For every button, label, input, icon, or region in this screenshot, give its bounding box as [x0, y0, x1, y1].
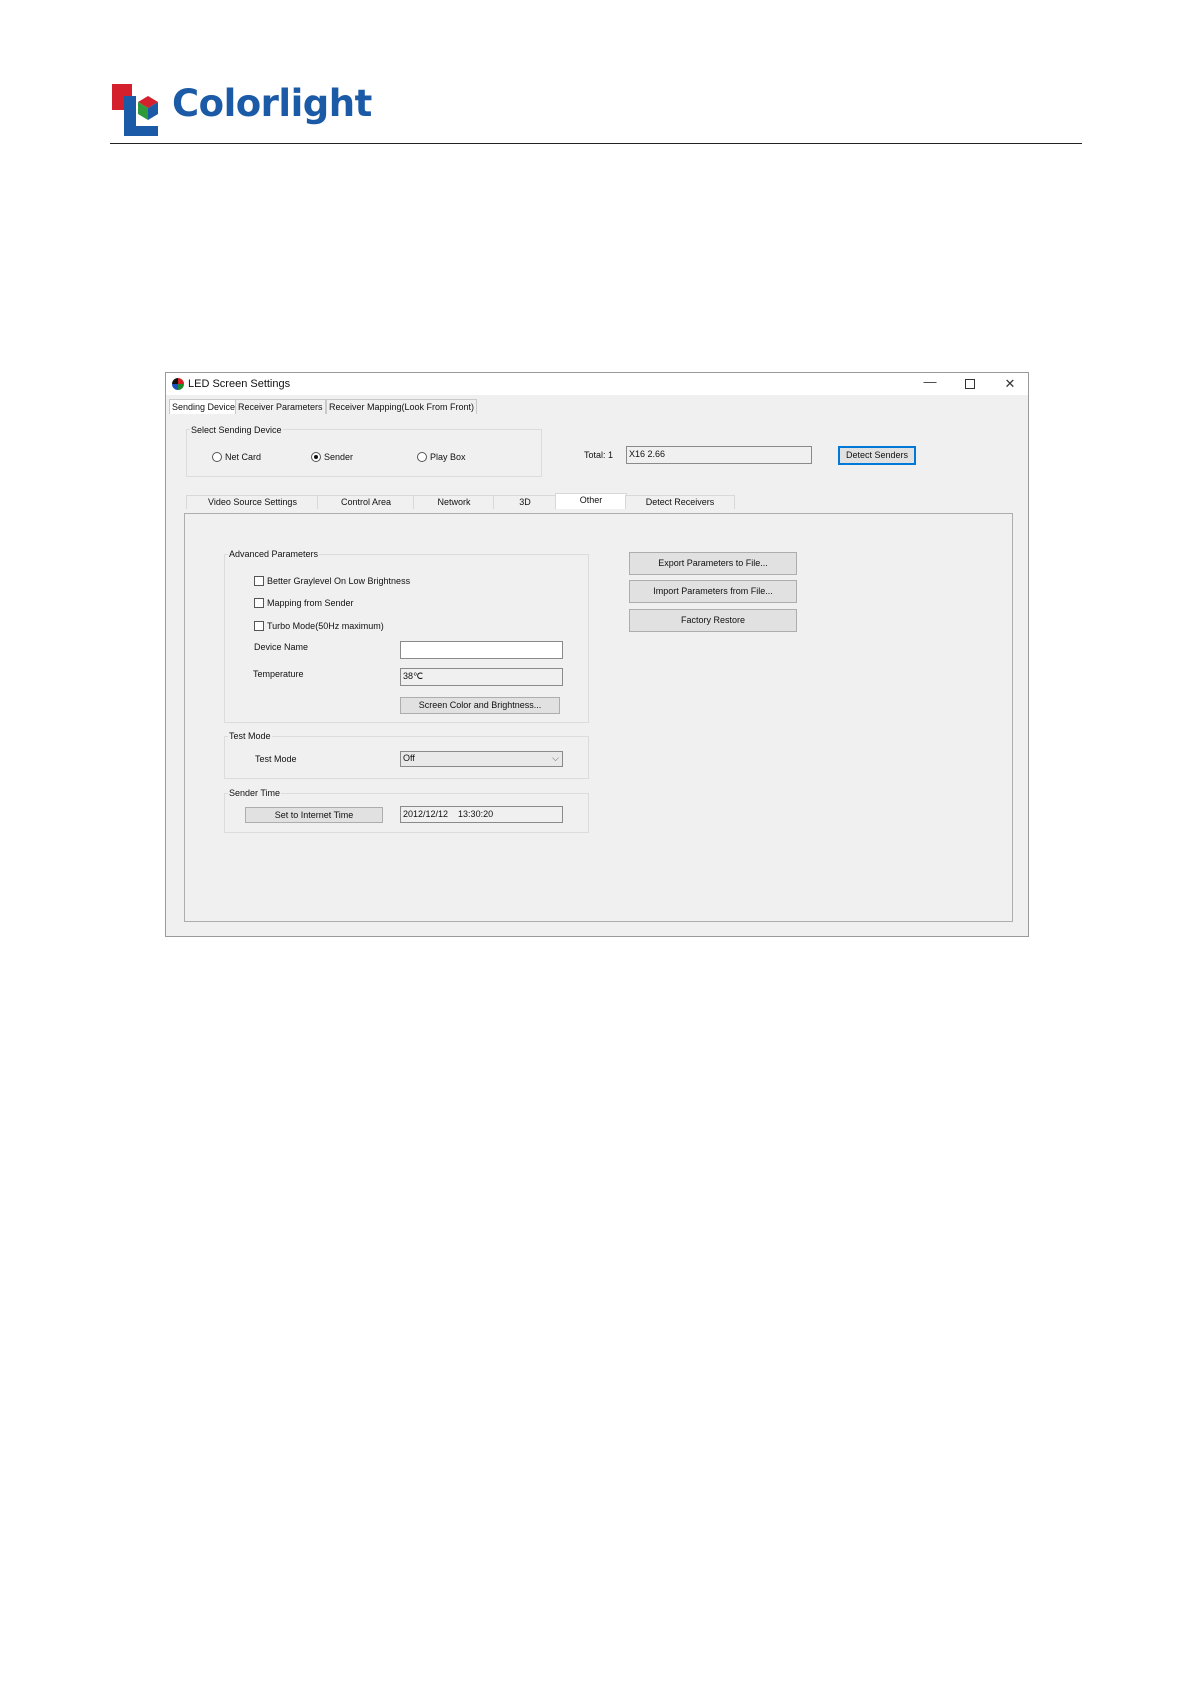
- logo-text: Colorlight: [172, 82, 372, 125]
- checkbox-mapping-from-sender[interactable]: [254, 598, 264, 608]
- radio-net-card[interactable]: [212, 452, 222, 462]
- radio-net-card-label: Net Card: [225, 452, 262, 462]
- title-bar: LED Screen Settings — ✕: [166, 373, 1028, 395]
- radio-play-box-label: Play Box: [430, 452, 466, 462]
- checkbox-turbo-mode[interactable]: [254, 621, 264, 631]
- maximize-icon: [965, 379, 975, 389]
- mapping-from-sender-label: Mapping from Sender: [267, 598, 354, 608]
- tab-3d[interactable]: 3D: [493, 495, 557, 509]
- test-mode-select[interactable]: Off ⌵: [400, 751, 563, 767]
- checkbox-better-graylevel[interactable]: [254, 576, 264, 586]
- test-mode-label: Test Mode: [255, 754, 297, 764]
- tab-network[interactable]: Network: [413, 495, 495, 509]
- chevron-down-icon: ⌵: [552, 753, 559, 763]
- tab-control-area[interactable]: Control Area: [317, 495, 415, 509]
- close-button[interactable]: ✕: [1002, 376, 1018, 392]
- tab-video-source-settings[interactable]: Video Source Settings: [186, 495, 319, 509]
- sender-time-field[interactable]: 2012/12/12 13:30:20: [400, 806, 563, 823]
- sender-time-title: Sender Time: [228, 788, 282, 798]
- tab-detect-receivers[interactable]: Detect Receivers: [625, 495, 735, 509]
- sender-device-field[interactable]: X16 2.66: [626, 446, 812, 464]
- app-icon: [172, 378, 184, 390]
- detect-senders-button[interactable]: Detect Senders: [838, 446, 916, 465]
- radio-play-box[interactable]: [417, 452, 427, 462]
- factory-restore-button[interactable]: Factory Restore: [629, 609, 797, 632]
- temperature-field: 38℃: [400, 668, 563, 686]
- tab-receiver-parameters[interactable]: Receiver Parameters: [235, 399, 326, 414]
- export-parameters-button[interactable]: Export Parameters to File...: [629, 552, 797, 575]
- header-divider: [110, 143, 1082, 144]
- total-senders-label: Total: 1: [584, 450, 614, 460]
- set-internet-time-button[interactable]: Set to Internet Time: [245, 807, 383, 823]
- advanced-parameters-title: Advanced Parameters: [228, 549, 320, 559]
- window-title: LED Screen Settings: [188, 378, 291, 390]
- tab-receiver-mapping[interactable]: Receiver Mapping(Look From Front): [326, 399, 478, 414]
- maximize-button[interactable]: [962, 376, 978, 393]
- radio-sender[interactable]: [311, 452, 321, 462]
- test-mode-value: Off: [403, 753, 415, 763]
- device-name-input[interactable]: [400, 641, 563, 659]
- screen-color-brightness-button[interactable]: Screen Color and Brightness...: [400, 697, 560, 714]
- radio-sender-label: Sender: [324, 452, 354, 462]
- colorlight-logo: Colorlight: [112, 82, 472, 140]
- minimize-button[interactable]: —: [922, 374, 938, 390]
- led-screen-settings-window: LED Screen Settings — ✕ Sending Device R…: [165, 372, 1029, 937]
- colorlight-logo-mark: [112, 84, 158, 136]
- temperature-label: Temperature: [253, 669, 304, 679]
- import-parameters-button[interactable]: Import Parameters from File...: [629, 580, 797, 603]
- better-graylevel-label: Better Graylevel On Low Brightness: [267, 576, 411, 586]
- other-tab-panel: Advanced Parameters Better Graylevel On …: [184, 513, 1013, 922]
- tab-other[interactable]: Other: [555, 493, 627, 509]
- turbo-mode-label: Turbo Mode(50Hz maximum): [267, 621, 384, 631]
- select-sending-device-title: Select Sending Device: [190, 425, 283, 435]
- test-mode-title: Test Mode: [228, 731, 272, 741]
- device-name-label: Device Name: [254, 642, 309, 652]
- tab-sending-device[interactable]: Sending Device: [169, 399, 239, 414]
